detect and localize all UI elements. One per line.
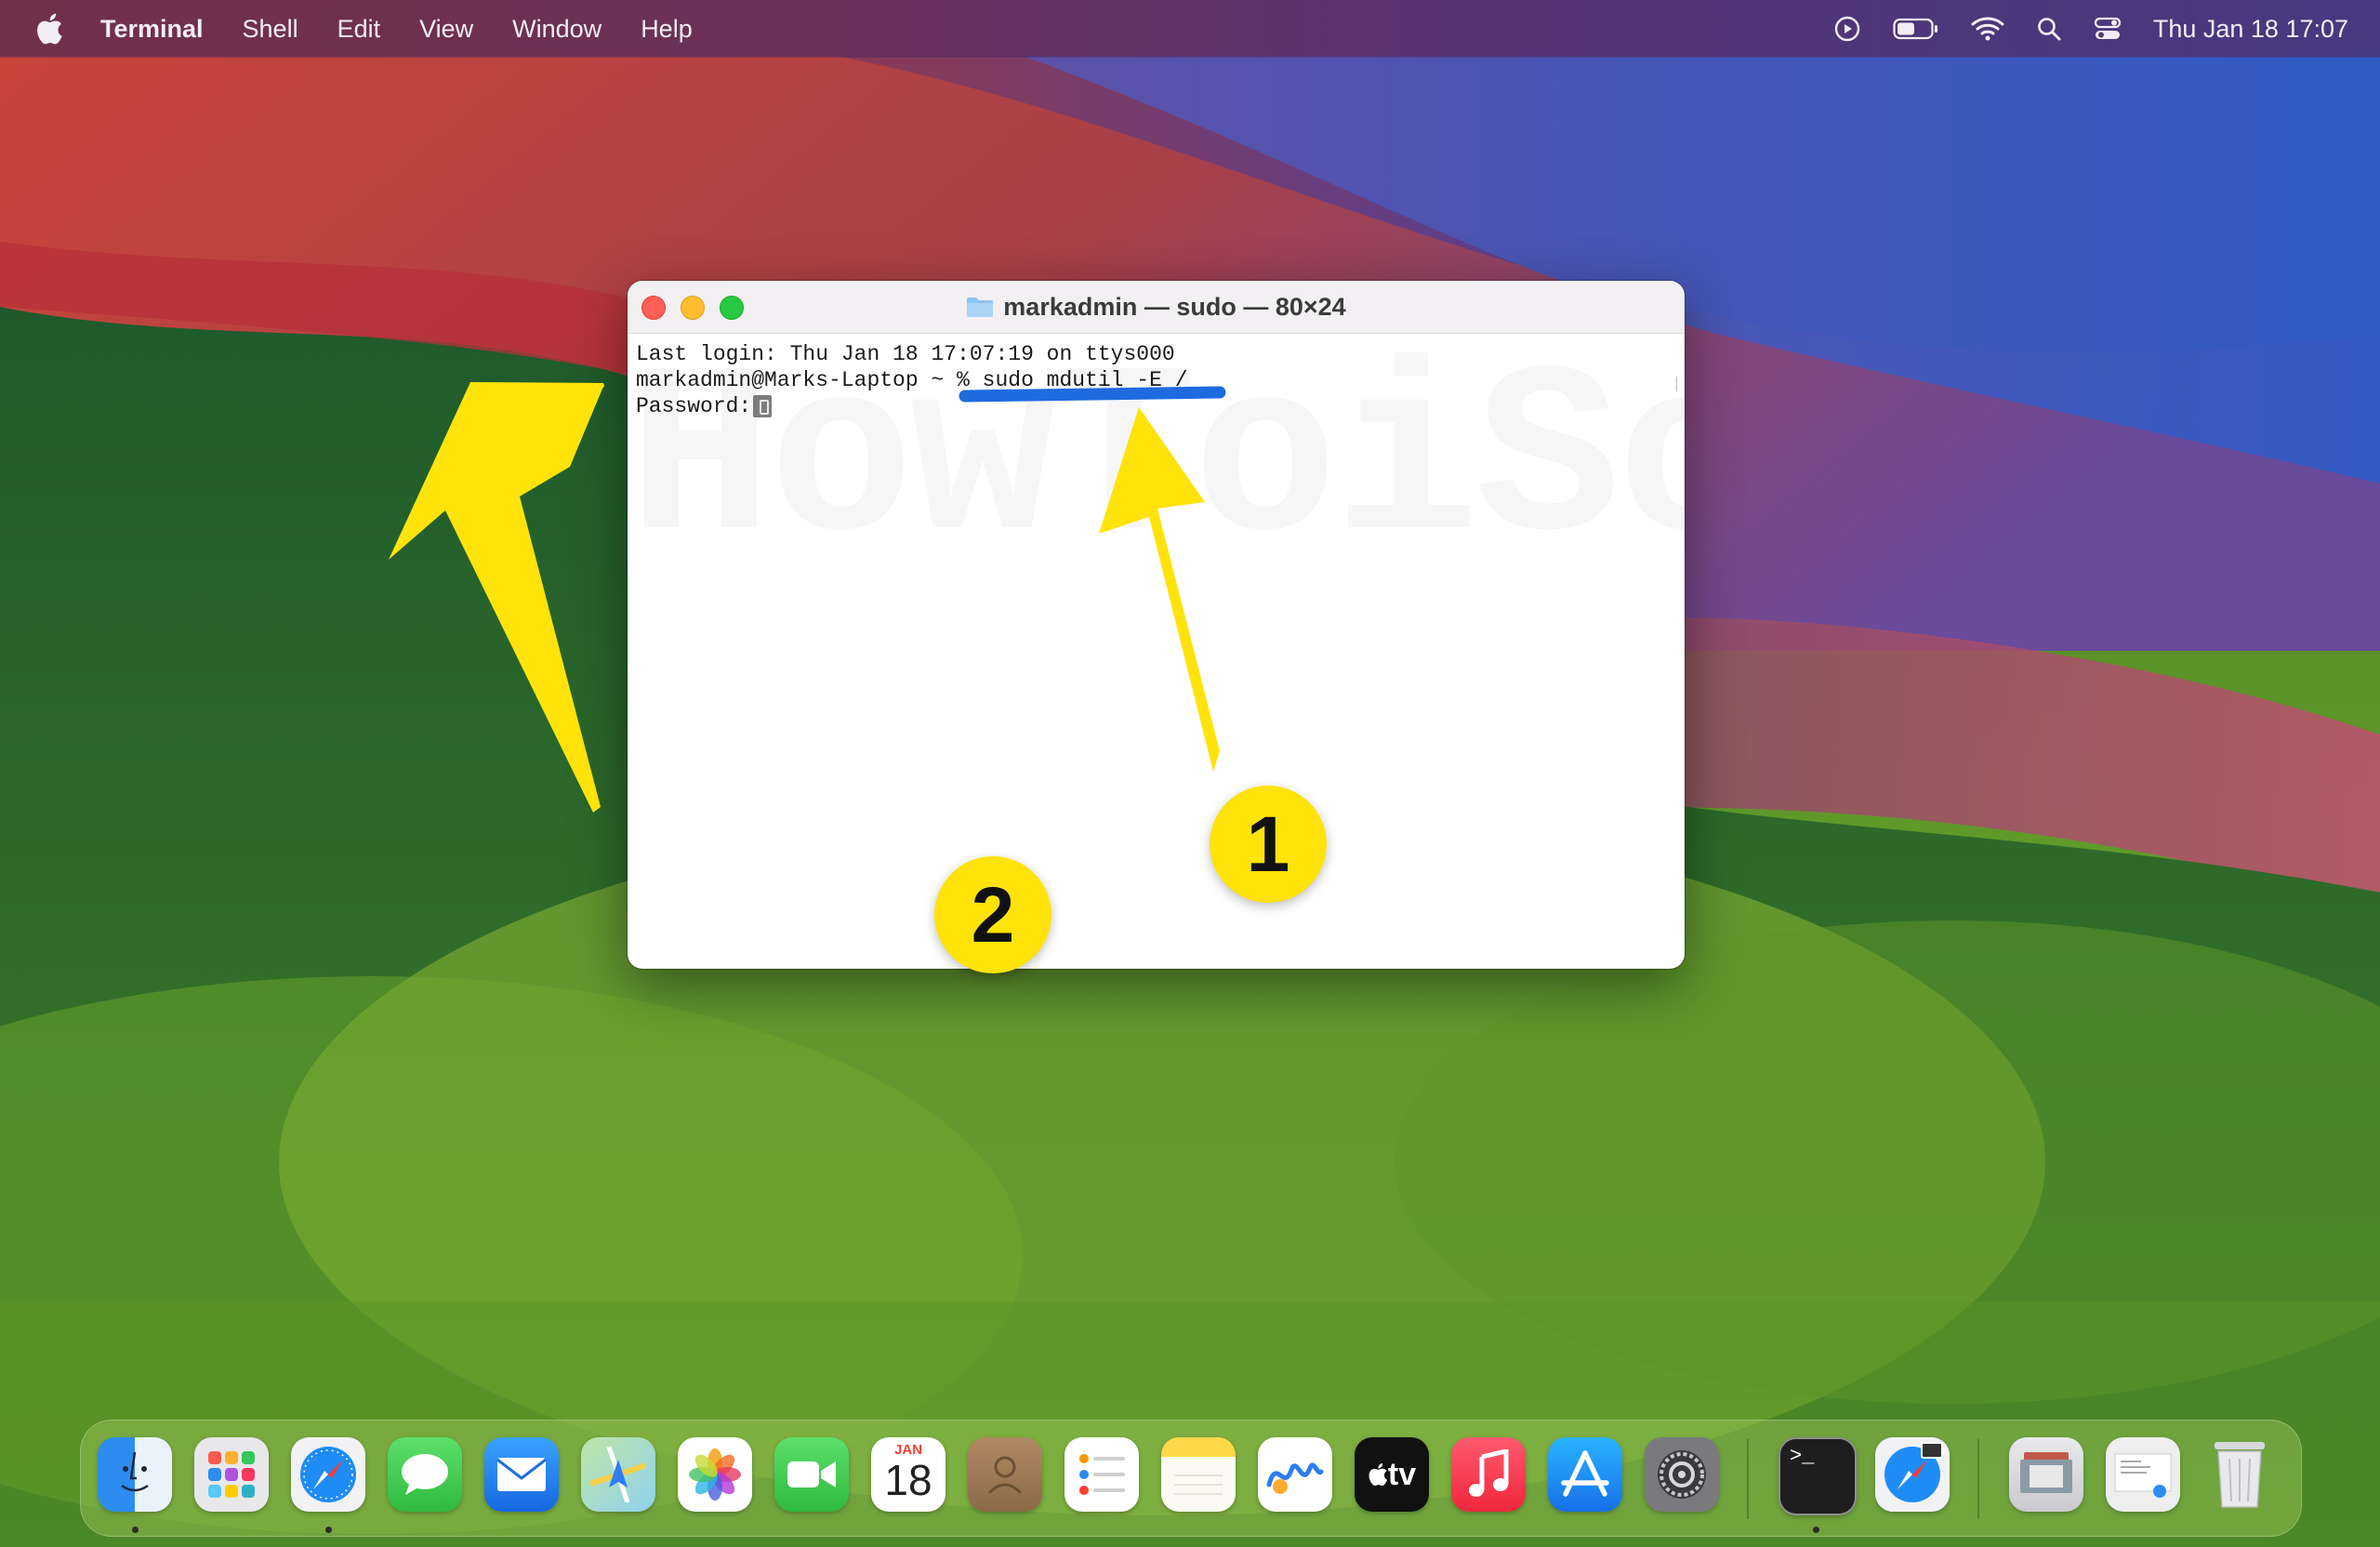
menu-clock[interactable]: Thu Jan 18 17:07 xyxy=(2153,15,2348,44)
folder-icon xyxy=(966,296,994,318)
wifi-icon[interactable] xyxy=(1971,16,2004,42)
terminal-prompt-glyph: >_ xyxy=(1790,1445,1815,1468)
dock-reminders-icon[interactable] xyxy=(1064,1437,1139,1512)
calendar-day: 18 xyxy=(884,1456,932,1504)
step-badge-1: 1 xyxy=(1210,786,1327,903)
dock-calendar-icon[interactable]: JAN 18 xyxy=(871,1437,945,1512)
dock-safari-running-dot xyxy=(325,1527,332,1533)
dock-terminal-running-dot xyxy=(1813,1527,1819,1533)
terminal-line-command: markadmin@Marks-Laptop ~ % sudo mdutil -… xyxy=(636,368,1188,392)
close-button[interactable] xyxy=(641,296,666,320)
dock-recent-document-icon[interactable] xyxy=(2106,1437,2180,1512)
dock-tv-icon[interactable]: tv xyxy=(1355,1437,1429,1512)
scroll-marker xyxy=(1676,377,1681,391)
dock-finder-running-dot xyxy=(132,1527,139,1533)
dock-music-icon[interactable] xyxy=(1451,1437,1526,1512)
dock-photos-icon[interactable] xyxy=(678,1437,752,1512)
step-badge-2: 2 xyxy=(934,856,1051,973)
dock-notes-icon[interactable] xyxy=(1161,1437,1236,1512)
dock-safari-handoff-icon[interactable] xyxy=(1875,1437,1950,1512)
terminal-window[interactable]: markadmin — sudo — 80×24 HowToiSolve.com… xyxy=(628,281,1685,969)
dock-separator-1 xyxy=(1747,1439,1749,1519)
battery-icon[interactable] xyxy=(1893,17,1939,41)
dock-screenshots-folder-icon[interactable] xyxy=(2009,1437,2083,1512)
terminal-line-last-login: Last login: Thu Jan 18 17:07:19 on ttys0… xyxy=(636,342,1175,366)
window-title-text: markadmin — sudo — 80×24 xyxy=(1003,292,1346,321)
dock-messages-icon[interactable] xyxy=(388,1437,462,1512)
tv-label: tv xyxy=(1387,1456,1417,1492)
dock-mail-icon[interactable] xyxy=(484,1437,559,1512)
menu-view[interactable]: View xyxy=(419,15,473,44)
search-icon[interactable] xyxy=(2036,16,2062,42)
terminal-line-password[interactable]: Password: xyxy=(636,393,1685,419)
dock-finder-icon[interactable] xyxy=(98,1437,172,1512)
dock-launchpad-icon[interactable] xyxy=(194,1437,269,1512)
dock-system-settings-icon[interactable] xyxy=(1645,1437,1719,1512)
menu-shell[interactable]: Shell xyxy=(243,15,298,44)
dock-terminal-icon[interactable]: >_ xyxy=(1778,1437,1857,1515)
dock-maps-icon[interactable] xyxy=(581,1437,655,1512)
terminal-titlebar[interactable]: markadmin — sudo — 80×24 xyxy=(628,281,1685,334)
menu-help[interactable]: Help xyxy=(641,15,693,44)
dock-contacts-icon[interactable] xyxy=(968,1437,1042,1512)
dock-trash-icon[interactable] xyxy=(2202,1437,2277,1512)
password-prompt: Password: xyxy=(636,394,752,418)
dock-facetime-icon[interactable] xyxy=(774,1437,849,1512)
zoom-button[interactable] xyxy=(720,296,744,320)
minimize-button[interactable] xyxy=(681,296,705,320)
play-circle-icon[interactable] xyxy=(1833,15,1861,43)
control-center-icon[interactable] xyxy=(2094,16,2122,42)
terminal-output[interactable]: HowToiSolve.com Last login: Thu Jan 18 1… xyxy=(628,334,1685,969)
apple-logo-icon[interactable] xyxy=(35,13,63,45)
dock-freeform-icon[interactable] xyxy=(1258,1437,1332,1512)
window-controls xyxy=(641,296,759,320)
key-cursor-icon xyxy=(753,394,773,417)
dock-separator-2 xyxy=(1977,1439,1979,1519)
window-title: markadmin — sudo — 80×24 xyxy=(966,292,1346,322)
menu-window[interactable]: Window xyxy=(512,15,602,44)
menu-app-terminal[interactable]: Terminal xyxy=(100,15,204,44)
menu-bar: Terminal Shell Edit View Window Help Thu… xyxy=(0,0,2380,58)
dock-app-store-icon[interactable] xyxy=(1548,1437,1622,1512)
dock: JAN 18 tv >_ xyxy=(80,1420,2302,1537)
dock-safari-icon[interactable] xyxy=(291,1437,365,1512)
menu-edit[interactable]: Edit xyxy=(337,15,381,44)
